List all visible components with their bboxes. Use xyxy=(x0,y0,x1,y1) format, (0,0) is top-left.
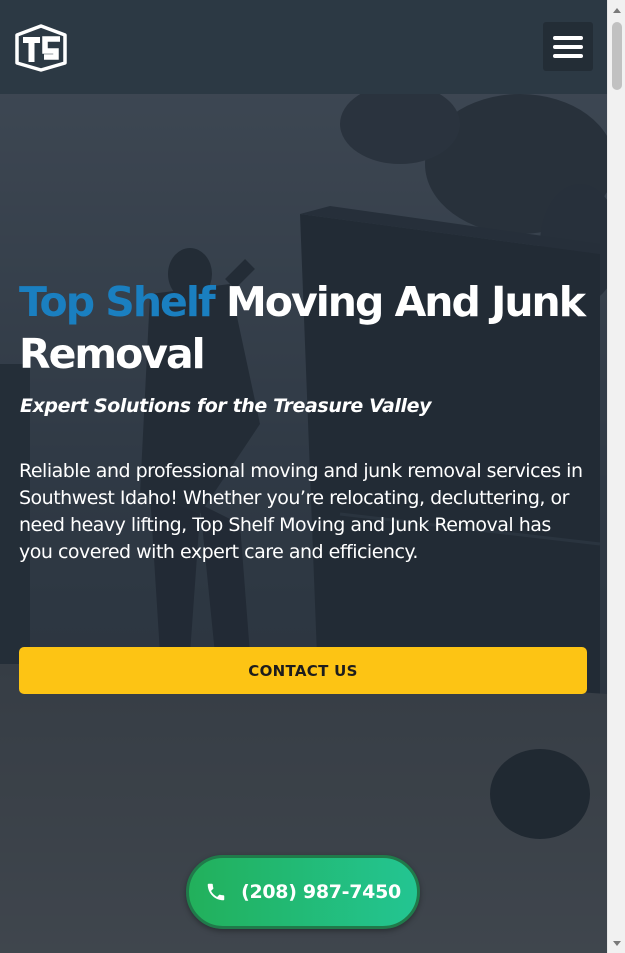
logo-icon xyxy=(15,24,67,72)
page-viewport: Top Shelf Moving And Junk Removal Expert… xyxy=(0,0,607,953)
hero-intro-text: Reliable and professional moving and jun… xyxy=(19,460,583,563)
headline-brand: Top Shelf xyxy=(19,278,216,326)
scrollbar-thumb[interactable] xyxy=(612,22,622,90)
page-scrollbar[interactable] xyxy=(607,0,625,953)
scroll-up-arrow-icon[interactable] xyxy=(608,2,625,18)
menu-button[interactable] xyxy=(543,22,593,71)
phone-icon xyxy=(207,883,225,901)
top-shelf-logo[interactable] xyxy=(14,24,68,72)
scroll-down-arrow-icon[interactable] xyxy=(608,935,625,951)
hero-tagline: Expert Solutions for the Treasure Valley xyxy=(20,395,432,417)
hero-headline: Top Shelf Moving And Junk Removal xyxy=(19,276,589,380)
phone-number: (208) 987-7450 xyxy=(241,881,401,903)
contact-us-button[interactable]: CONTACT US xyxy=(19,647,587,694)
call-phone-button[interactable]: (208) 987-7450 xyxy=(186,855,420,929)
hamburger-menu-icon xyxy=(553,35,583,58)
site-header xyxy=(0,0,607,94)
